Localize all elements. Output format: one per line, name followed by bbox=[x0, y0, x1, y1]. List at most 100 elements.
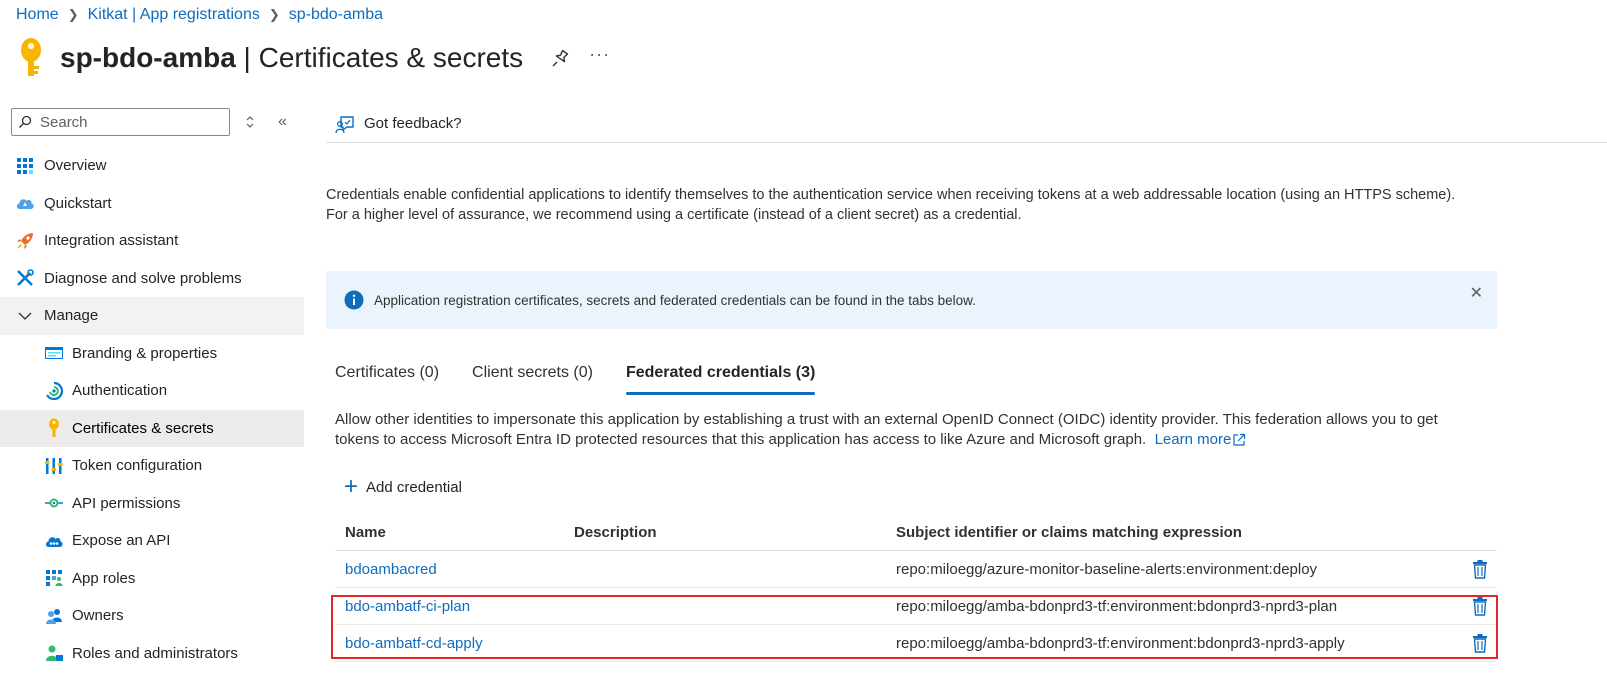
credential-tabs: Certificates (0) Client secrets (0) Fede… bbox=[335, 361, 848, 395]
sidebar-item-label: Branding & properties bbox=[72, 344, 218, 362]
intro-text: Credentials enable confidential applicat… bbox=[326, 187, 1456, 223]
credential-name-link[interactable]: bdo-ambatf-cd-apply bbox=[345, 635, 483, 652]
sidebar-item-label: API permissions bbox=[72, 494, 181, 512]
rocket-icon bbox=[15, 231, 35, 251]
cloud-icon bbox=[15, 193, 35, 213]
page-title: sp-bdo-amba | Certificates & secrets bbox=[60, 42, 523, 74]
sidebar-item-label: Expose an API bbox=[72, 532, 171, 550]
sidebar-item-owners[interactable]: Owners bbox=[0, 597, 304, 635]
sidebar-item-roles-admins[interactable]: Roles and administrators bbox=[0, 635, 304, 673]
roles-icon bbox=[44, 643, 64, 663]
breadcrumb: Home ❯ Kitkat | App registrations ❯ sp-b… bbox=[16, 4, 383, 26]
column-header-description[interactable]: Description bbox=[574, 524, 896, 541]
feedback-button[interactable]: Got feedback? bbox=[334, 113, 462, 135]
feedback-label: Got feedback? bbox=[364, 115, 462, 132]
feedback-icon bbox=[335, 115, 354, 133]
sidebar-item-label: Authentication bbox=[72, 382, 168, 400]
command-bar: Got feedback? bbox=[326, 105, 1607, 143]
sidebar-item-app-roles[interactable]: App roles bbox=[0, 560, 304, 598]
sidebar-item-api-permissions[interactable]: API permissions bbox=[0, 485, 304, 523]
sidebar: « Overview Quickstart bbox=[0, 105, 304, 672]
sidebar-item-diagnose[interactable]: Diagnose and solve problems bbox=[0, 260, 304, 298]
info-message-bar: Application registration certificates, s… bbox=[326, 271, 1497, 329]
external-link-icon bbox=[1233, 433, 1246, 446]
collapse-sidebar-icon[interactable]: « bbox=[278, 113, 287, 131]
sidebar-item-overview[interactable]: Overview bbox=[0, 147, 304, 185]
pin-icon[interactable] bbox=[551, 48, 571, 68]
column-header-subject[interactable]: Subject identifier or claims matching ex… bbox=[896, 524, 1446, 541]
owners-icon bbox=[44, 606, 64, 626]
delete-icon[interactable] bbox=[1472, 559, 1488, 579]
key-icon bbox=[44, 418, 64, 438]
token-icon bbox=[44, 456, 64, 476]
key-icon bbox=[21, 38, 41, 76]
api-permissions-icon bbox=[44, 493, 64, 513]
column-header-name[interactable]: Name bbox=[335, 524, 574, 541]
table-row: bdoambacred repo:miloegg/azure-monitor-b… bbox=[335, 551, 1497, 588]
chevron-right-icon: ❯ bbox=[67, 7, 79, 22]
page-title-app: sp-bdo-amba bbox=[60, 42, 236, 73]
info-icon bbox=[344, 290, 364, 310]
sidebar-item-quickstart[interactable]: Quickstart bbox=[0, 185, 304, 223]
tab-federated-credentials[interactable]: Federated credentials (3) bbox=[625, 361, 816, 395]
table-header: Name Description Subject identifier or c… bbox=[335, 515, 1497, 551]
more-options-icon[interactable]: ··· bbox=[589, 44, 610, 65]
sidebar-item-certificates[interactable]: Certificates & secrets bbox=[0, 409, 304, 447]
sidebar-item-token-configuration[interactable]: Token configuration bbox=[0, 447, 304, 485]
cloud-api-icon bbox=[44, 531, 64, 551]
search-icon bbox=[19, 115, 32, 128]
delete-icon[interactable] bbox=[1472, 633, 1488, 653]
table-row: bdo-ambatf-ci-plan repo:miloegg/amba-bdo… bbox=[335, 588, 1497, 625]
add-credential-button[interactable]: + Add credential bbox=[344, 473, 462, 500]
credential-subject: repo:miloegg/azure-monitor-baseline-aler… bbox=[896, 560, 1318, 578]
sidebar-item-authentication[interactable]: Authentication bbox=[0, 372, 304, 410]
tab-client-secrets[interactable]: Client secrets (0) bbox=[472, 361, 593, 395]
breadcrumb-home[interactable]: Home bbox=[16, 6, 59, 24]
sidebar-item-label: Certificates & secrets bbox=[72, 419, 214, 437]
page-header: sp-bdo-amba | Certificates & secrets ··· bbox=[16, 34, 610, 82]
chevron-down-icon bbox=[15, 306, 35, 326]
learn-more-link[interactable]: Learn more bbox=[1155, 430, 1247, 450]
sidebar-group-manage[interactable]: Manage bbox=[0, 297, 304, 335]
search-input[interactable] bbox=[40, 113, 220, 131]
credential-subject: repo:miloegg/amba-bdonprd3-tf:environmen… bbox=[896, 597, 1338, 615]
info-message-text: Application registration certificates, s… bbox=[374, 292, 976, 308]
main-content: Got feedback? Credentials enable confide… bbox=[326, 105, 1607, 662]
table-row: bdo-ambatf-cd-apply repo:miloegg/amba-bd… bbox=[335, 625, 1497, 662]
add-credential-label: Add credential bbox=[366, 478, 462, 496]
credential-name-link[interactable]: bdo-ambatf-ci-plan bbox=[345, 598, 470, 615]
breadcrumb-app[interactable]: sp-bdo-amba bbox=[289, 6, 383, 24]
sidebar-item-integration-assistant[interactable]: Integration assistant bbox=[0, 222, 304, 260]
wrench-icon bbox=[15, 268, 35, 288]
sidebar-item-expose-api[interactable]: Expose an API bbox=[0, 522, 304, 560]
sidebar-item-label: Roles and administrators bbox=[72, 644, 238, 662]
sidebar-item-label: Quickstart bbox=[44, 194, 112, 212]
sort-updown-icon[interactable] bbox=[244, 115, 256, 129]
sidebar-item-label: Diagnose and solve problems bbox=[44, 269, 242, 287]
sidebar-item-branding[interactable]: Branding & properties bbox=[0, 335, 304, 373]
federated-credentials-table: Name Description Subject identifier or c… bbox=[335, 515, 1497, 662]
close-icon[interactable]: ✕ bbox=[1470, 283, 1483, 303]
credential-subject: repo:miloegg/amba-bdonprd3-tf:environmen… bbox=[896, 634, 1345, 652]
chevron-right-icon: ❯ bbox=[268, 7, 280, 22]
tab-certificates[interactable]: Certificates (0) bbox=[335, 361, 439, 395]
authentication-icon bbox=[44, 381, 64, 401]
page-title-section: | Certificates & secrets bbox=[235, 42, 524, 73]
grid-icon bbox=[15, 156, 35, 176]
federated-description: Allow other identities to impersonate th… bbox=[335, 410, 1485, 450]
search-input-box[interactable] bbox=[11, 108, 230, 136]
sidebar-item-label: App roles bbox=[72, 569, 136, 587]
federated-description-text: Allow other identities to impersonate th… bbox=[335, 411, 1438, 448]
sidebar-item-label: Owners bbox=[72, 607, 124, 625]
sidebar-item-label: Token configuration bbox=[72, 457, 203, 475]
app-roles-icon bbox=[44, 568, 64, 588]
plus-icon: + bbox=[344, 473, 359, 500]
learn-more-label: Learn more bbox=[1154, 431, 1232, 448]
branding-icon bbox=[44, 343, 64, 363]
sidebar-item-label: Overview bbox=[44, 157, 107, 175]
credential-name-link[interactable]: bdoambacred bbox=[345, 561, 437, 578]
delete-icon[interactable] bbox=[1472, 596, 1488, 616]
breadcrumb-app-registrations[interactable]: Kitkat | App registrations bbox=[88, 6, 260, 24]
sidebar-item-label: Integration assistant bbox=[44, 232, 179, 250]
sidebar-item-label: Manage bbox=[44, 307, 99, 325]
